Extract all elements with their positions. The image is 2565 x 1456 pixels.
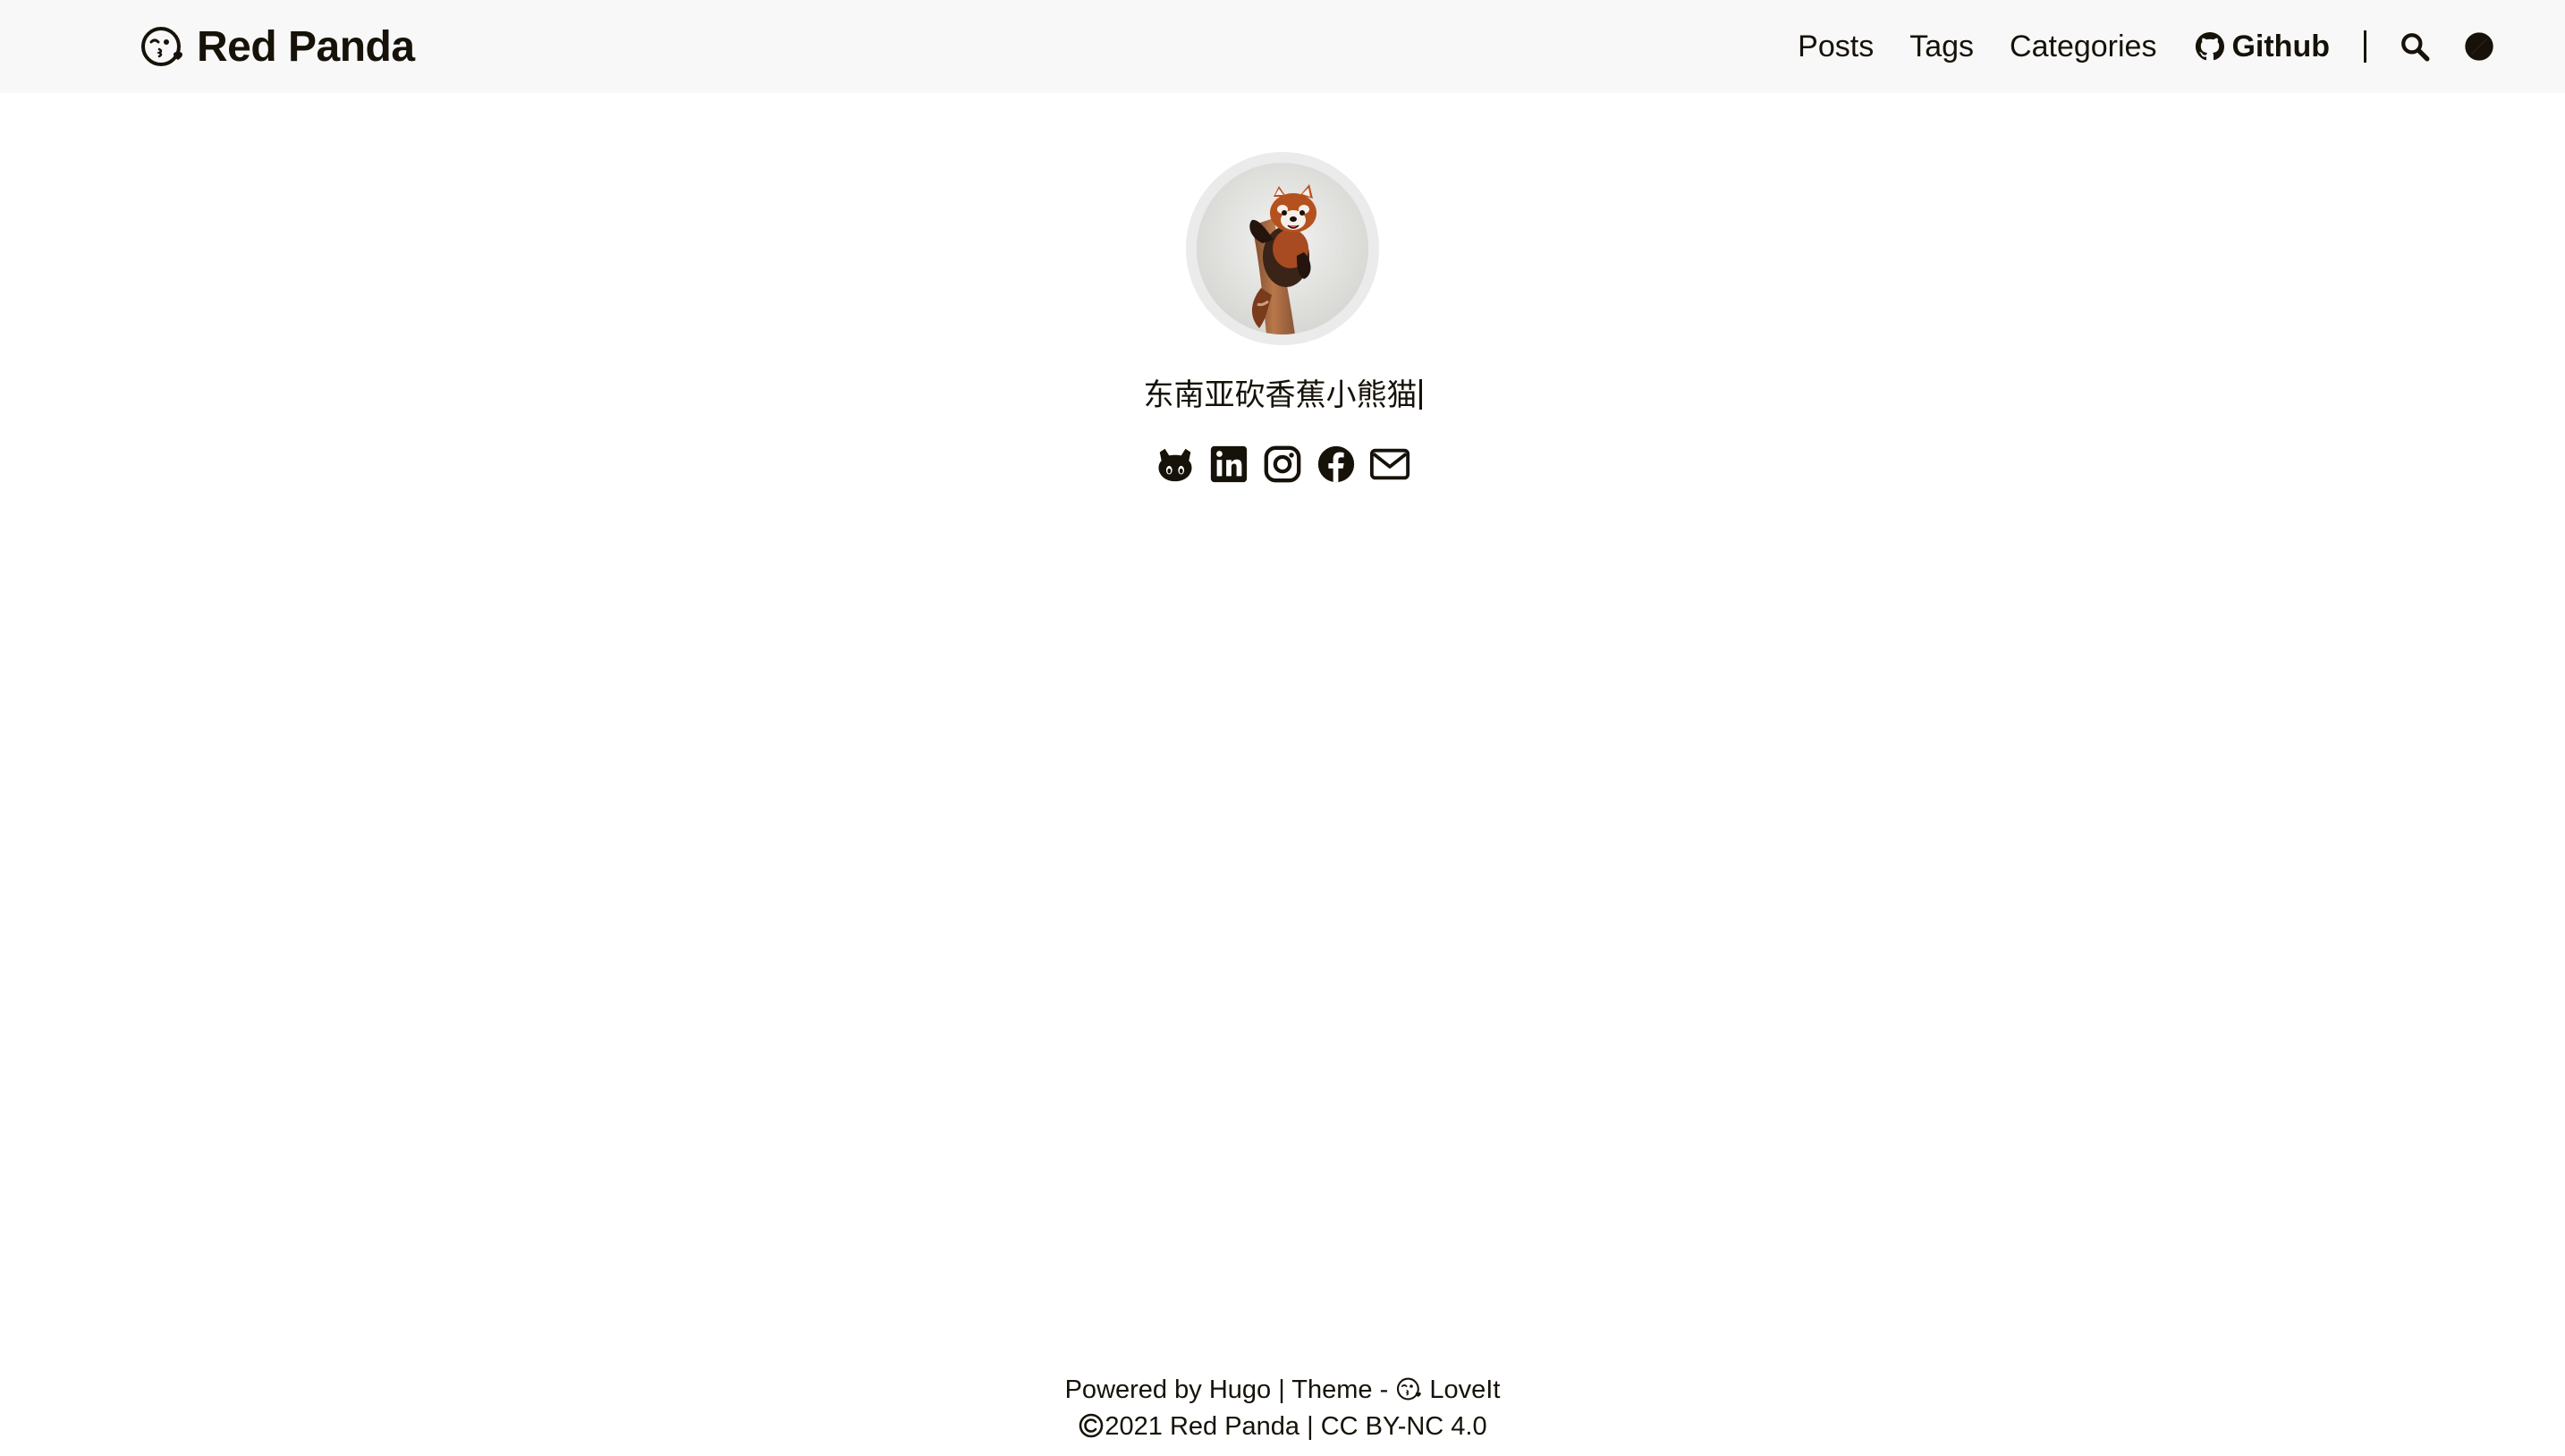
- nav-divider: [2364, 30, 2366, 63]
- social-links: [0, 444, 2565, 485]
- footer-separator: |: [1278, 1376, 1285, 1404]
- nav-github-link[interactable]: Github: [2196, 30, 2330, 64]
- home-profile: 东南亚砍香蕉小熊猫: [0, 152, 2565, 485]
- footer-copyright-line: 2021 Red Panda | CC BY-NC 4.0: [0, 1409, 2565, 1445]
- nav-tags-link[interactable]: Tags: [1909, 30, 1974, 64]
- instagram-icon: [1264, 445, 1301, 483]
- kiss-wink-heart-icon: [141, 27, 182, 66]
- social-instagram-link[interactable]: [1262, 444, 1303, 485]
- footer-hugo-link[interactable]: Hugo: [1209, 1376, 1271, 1404]
- avatar[interactable]: [1197, 163, 1368, 334]
- footer-theme-name: LoveIt: [1429, 1376, 1501, 1404]
- social-github-link[interactable]: [1155, 444, 1196, 485]
- search-icon: [2401, 33, 2430, 62]
- typing-cursor: [1418, 379, 1422, 410]
- social-linkedin-link[interactable]: [1208, 444, 1249, 485]
- footer-separator-2: |: [1307, 1412, 1314, 1441]
- theme-switch-icon: [2465, 32, 2493, 61]
- footer-powered-line: Powered by Hugo | Theme - LoveIt: [0, 1372, 2565, 1409]
- footer-license-link[interactable]: CC BY-NC 4.0: [1321, 1412, 1487, 1441]
- home-subtitle: 东南亚砍香蕉小熊猫: [0, 376, 2565, 415]
- footer-powered-prefix: Powered by: [1064, 1376, 1202, 1404]
- nav-categories-link[interactable]: Categories: [2010, 30, 2156, 64]
- facebook-icon: [1317, 445, 1355, 483]
- copyright-icon: [1079, 1413, 1104, 1438]
- linkedin-icon: [1210, 445, 1248, 483]
- footer-theme-prefix: Theme -: [1291, 1376, 1389, 1404]
- github-alt-icon: [1158, 448, 1192, 482]
- footer-theme-link[interactable]: LoveIt: [1395, 1376, 1500, 1404]
- github-icon: [2196, 32, 2225, 61]
- email-icon: [1369, 448, 1410, 480]
- home-subtitle-text: 东南亚砍香蕉小熊猫: [1143, 377, 1418, 413]
- theme-switch-button[interactable]: [2463, 30, 2495, 63]
- footer-author-link[interactable]: Red Panda: [1170, 1412, 1299, 1441]
- kiss-wink-heart-icon: [1397, 1377, 1422, 1401]
- social-facebook-link[interactable]: [1316, 444, 1357, 485]
- search-button[interactable]: [2399, 30, 2431, 63]
- nav-github-label: Github: [2231, 29, 2330, 63]
- main-nav: Posts Tags Categories Github: [1798, 20, 2495, 73]
- avatar-ring: [1186, 152, 1379, 345]
- site-brand-link[interactable]: Red Panda: [140, 20, 415, 73]
- site-footer: Powered by Hugo | Theme - LoveIt 2021 Re…: [0, 1372, 2565, 1445]
- site-header: Red Panda Posts Tags Categories Github: [0, 0, 2565, 93]
- site-title: Red Panda: [197, 22, 415, 71]
- nav-posts-link[interactable]: Posts: [1798, 30, 1874, 64]
- footer-year: 2021: [1105, 1412, 1163, 1441]
- social-email-link[interactable]: [1369, 444, 1410, 485]
